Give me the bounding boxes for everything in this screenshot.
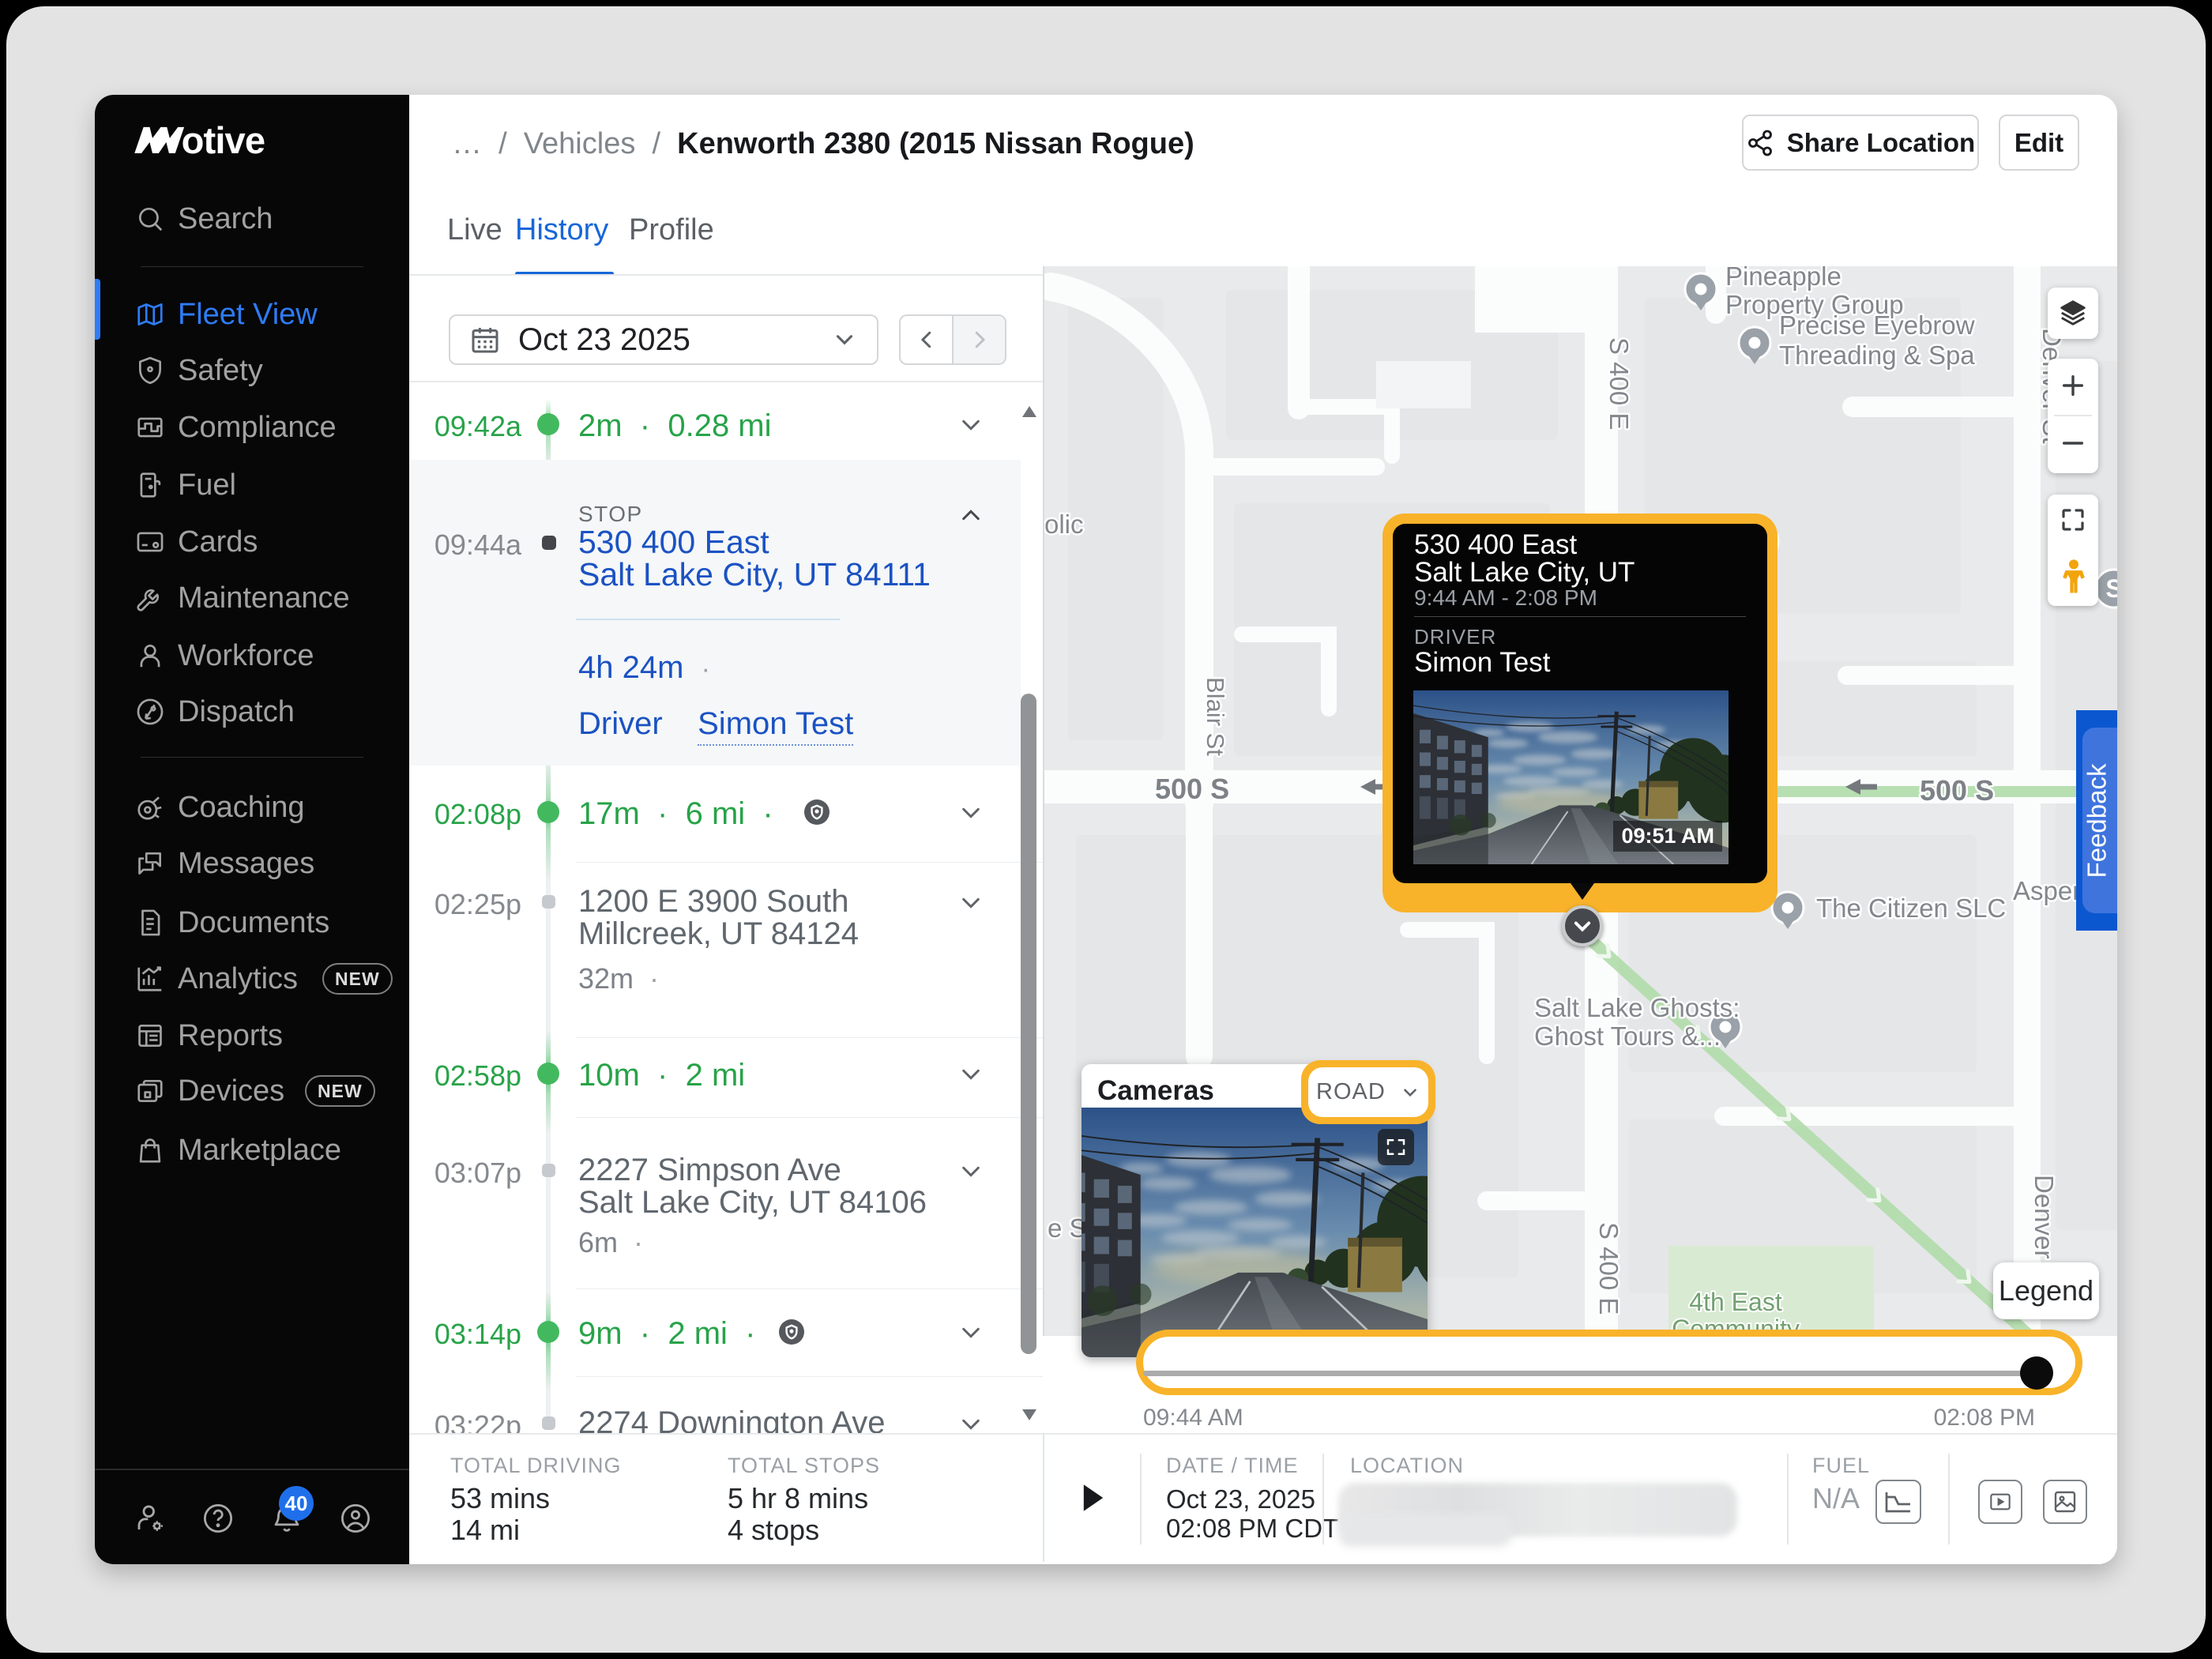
svg-text:Threading & Spa: Threading & Spa [1779, 340, 1975, 370]
svg-text:olic: olic [1044, 510, 1084, 539]
svg-text:Ghost Tours &...: Ghost Tours &... [1534, 1021, 1721, 1051]
svg-text:Salt Lake Ghosts:: Salt Lake Ghosts: [1534, 993, 1740, 1022]
svg-text:4th East: 4th East [1689, 1288, 1782, 1316]
svg-text:Blair St: Blair St [1202, 677, 1229, 756]
svg-text:S 400 E: S 400 E [1604, 337, 1634, 430]
svg-text:Precise Eyebrow: Precise Eyebrow [1779, 310, 1975, 340]
svg-text:500 S: 500 S [1155, 773, 1229, 805]
svg-text:500 S: 500 S [1920, 774, 1994, 807]
svg-text:otive: otive [182, 121, 265, 159]
svg-text:S: S [2105, 574, 2117, 603]
svg-text:The Citizen SLC: The Citizen SLC [1816, 893, 2006, 923]
svg-text:Pineapple: Pineapple [1725, 266, 1841, 291]
svg-text:S 400 E: S 400 E [1594, 1222, 1623, 1315]
